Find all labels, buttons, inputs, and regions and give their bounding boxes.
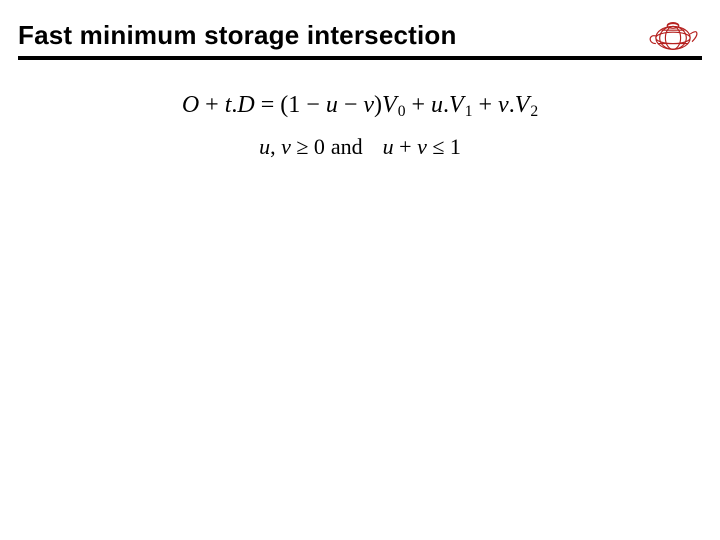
op-plus: + — [394, 134, 417, 159]
slide-title: Fast minimum storage intersection — [18, 20, 457, 51]
var-v: v — [281, 134, 291, 159]
slide-body: O + t.D = (1 − u − v)V0 + u.V1 + v.V2 u,… — [0, 86, 720, 166]
op-ge-zero: ≥ 0 — [291, 134, 325, 159]
sub-2: 2 — [529, 103, 538, 120]
equation-line-2: u, v ≥ 0andu + v ≤ 1 — [0, 127, 720, 167]
sub-1: 1 — [464, 103, 473, 120]
var-v: v — [363, 92, 374, 118]
var-v: v — [498, 92, 509, 118]
equation-line-1: O + t.D = (1 − u − v)V0 + u.V1 + v.V2 — [0, 86, 720, 125]
var-v: v — [417, 134, 427, 159]
header-rule — [18, 56, 702, 60]
lparen-group: (1 − — [280, 92, 326, 118]
op-eq: = — [255, 92, 281, 118]
op-le-one: ≤ 1 — [427, 134, 461, 159]
op-plus: + — [199, 92, 225, 118]
var-u: u — [259, 134, 270, 159]
op-plus: + — [473, 92, 499, 118]
op-plus: + — [405, 92, 431, 118]
var-V0: V — [382, 92, 397, 118]
rparen: ) — [374, 92, 382, 118]
var-D: D — [237, 92, 254, 118]
word-and: and — [325, 134, 369, 159]
var-u: u — [383, 134, 394, 159]
var-u: u — [326, 92, 338, 118]
comma: , — [270, 134, 281, 159]
var-u: u — [431, 92, 443, 118]
slide: Fast minimum storage intersection — [0, 0, 720, 540]
var-V1: V — [449, 92, 464, 118]
var-V2: V — [515, 92, 530, 118]
utah-teapot-logo-icon — [644, 15, 702, 55]
var-O: O — [182, 92, 199, 118]
slide-header: Fast minimum storage intersection — [18, 8, 702, 62]
op-minus: − — [338, 92, 364, 118]
